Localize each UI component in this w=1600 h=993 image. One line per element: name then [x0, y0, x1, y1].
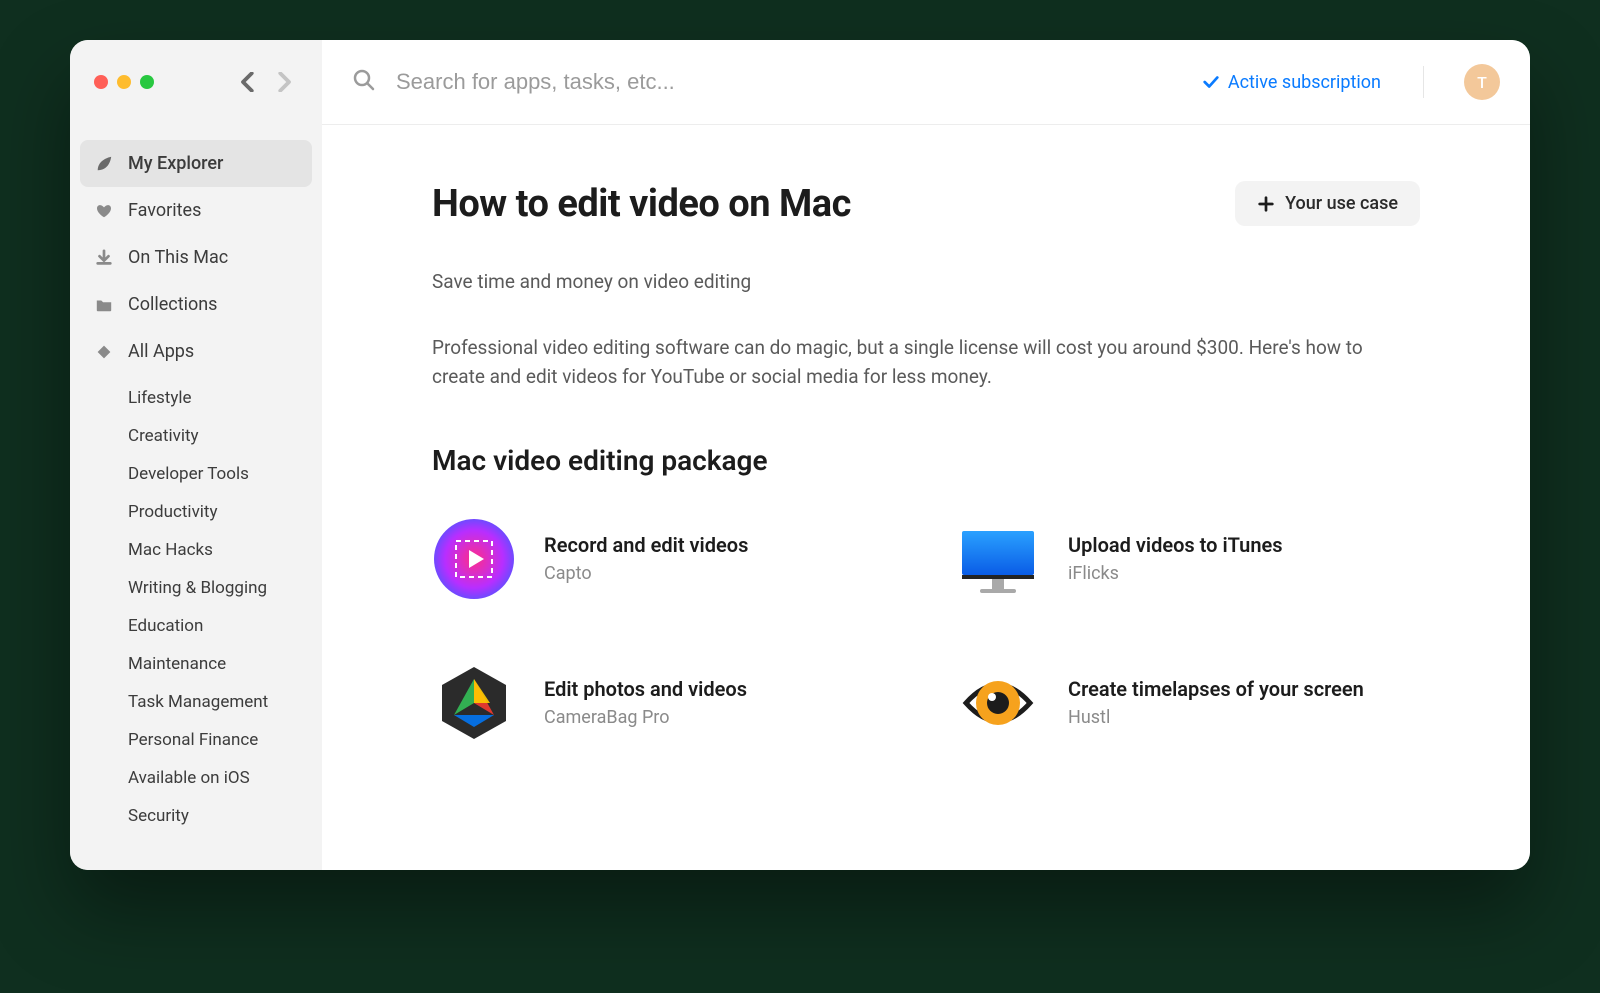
apps-grid: Record and edit videos Capto	[432, 517, 1420, 745]
app-card-name: Hustl	[1068, 707, 1364, 728]
nav-history-buttons	[234, 68, 298, 96]
app-card-title: Edit photos and videos	[544, 677, 747, 701]
add-use-case-label: Your use case	[1285, 193, 1398, 214]
article-subtitle: Save time and money on video editing	[432, 270, 1420, 293]
app-card-name: iFlicks	[1068, 563, 1283, 584]
sidebar-nav: My Explorer Favorites On This Mac Collec…	[70, 140, 322, 835]
sidebar-item-on-this-mac[interactable]: On This Mac	[80, 234, 312, 281]
page-title: How to edit video on Mac	[432, 182, 851, 226]
article-body: Professional video editing software can …	[432, 333, 1402, 392]
content: How to edit video on Mac Your use case S…	[322, 125, 1530, 785]
sidebar-item-my-explorer[interactable]: My Explorer	[80, 140, 312, 187]
sidebar-category-developer-tools[interactable]: Developer Tools	[80, 455, 312, 493]
plus-icon	[1257, 195, 1275, 213]
sidebar-category-lifestyle[interactable]: Lifestyle	[80, 379, 312, 417]
heading-row: How to edit video on Mac Your use case	[432, 181, 1420, 226]
capto-icon	[432, 517, 516, 601]
app-card-title: Upload videos to iTunes	[1068, 533, 1283, 557]
sidebar-category-creativity[interactable]: Creativity	[80, 417, 312, 455]
user-avatar[interactable]: T	[1464, 64, 1500, 100]
sidebar-category-productivity[interactable]: Productivity	[80, 493, 312, 531]
chevron-left-icon	[241, 72, 255, 92]
subscription-status-label: Active subscription	[1228, 72, 1381, 93]
app-card-capto[interactable]: Record and edit videos Capto	[432, 517, 896, 601]
sidebar-item-label: On This Mac	[128, 247, 228, 268]
subscription-status[interactable]: Active subscription	[1202, 72, 1381, 93]
sidebar-category-mac-hacks[interactable]: Mac Hacks	[80, 531, 312, 569]
app-card-title: Record and edit videos	[544, 533, 748, 557]
sidebar-item-all-apps[interactable]: All Apps	[80, 328, 312, 375]
sidebar-category-task-management[interactable]: Task Management	[80, 683, 312, 721]
app-card-iflicks[interactable]: Upload videos to iTunes iFlicks	[956, 517, 1420, 601]
sidebar-category-security[interactable]: Security	[80, 797, 312, 835]
sidebar-category-writing-blogging[interactable]: Writing & Blogging	[80, 569, 312, 607]
sidebar-item-favorites[interactable]: Favorites	[80, 187, 312, 234]
app-window: My Explorer Favorites On This Mac Collec…	[70, 40, 1530, 870]
sidebar-category-available-on-ios[interactable]: Available on iOS	[80, 759, 312, 797]
sidebar-category-education[interactable]: Education	[80, 607, 312, 645]
close-window-button[interactable]	[94, 75, 108, 89]
app-card-name: Capto	[544, 563, 748, 584]
chevron-right-icon	[277, 72, 291, 92]
sidebar-categories: Lifestyle Creativity Developer Tools Pro…	[70, 379, 322, 835]
download-icon	[94, 249, 114, 267]
divider	[1423, 66, 1424, 98]
leaf-icon	[94, 155, 114, 173]
fullscreen-window-button[interactable]	[140, 75, 154, 89]
main-pane: Active subscription T How to edit video …	[322, 40, 1530, 870]
sidebar-item-label: My Explorer	[128, 153, 223, 174]
add-use-case-button[interactable]: Your use case	[1235, 181, 1420, 226]
app-card-hustl[interactable]: Create timelapses of your screen Hustl	[956, 661, 1420, 745]
sidebar: My Explorer Favorites On This Mac Collec…	[70, 40, 322, 870]
sidebar-item-label: Favorites	[128, 200, 201, 221]
section-title: Mac video editing package	[432, 444, 1420, 477]
check-icon	[1202, 73, 1220, 91]
app-card-camerabag-pro[interactable]: Edit photos and videos CameraBag Pro	[432, 661, 896, 745]
sidebar-item-label: Collections	[128, 294, 217, 315]
diamond-icon	[94, 343, 114, 361]
search-input[interactable]	[394, 68, 1184, 96]
hustl-icon	[956, 661, 1040, 745]
sidebar-category-maintenance[interactable]: Maintenance	[80, 645, 312, 683]
sidebar-item-label: All Apps	[128, 341, 194, 362]
nav-back-button[interactable]	[234, 68, 262, 96]
app-card-title: Create timelapses of your screen	[1068, 677, 1364, 701]
sidebar-item-collections[interactable]: Collections	[80, 281, 312, 328]
search-icon	[352, 68, 376, 96]
camerabag-pro-icon	[432, 661, 516, 745]
topbar: Active subscription T	[322, 40, 1530, 125]
window-titlebar	[70, 62, 322, 102]
heart-icon	[94, 202, 114, 220]
app-card-name: CameraBag Pro	[544, 707, 747, 728]
traffic-lights	[94, 75, 154, 89]
sidebar-category-personal-finance[interactable]: Personal Finance	[80, 721, 312, 759]
nav-forward-button[interactable]	[270, 68, 298, 96]
folder-icon	[94, 296, 114, 314]
minimize-window-button[interactable]	[117, 75, 131, 89]
iflicks-icon	[956, 517, 1040, 601]
